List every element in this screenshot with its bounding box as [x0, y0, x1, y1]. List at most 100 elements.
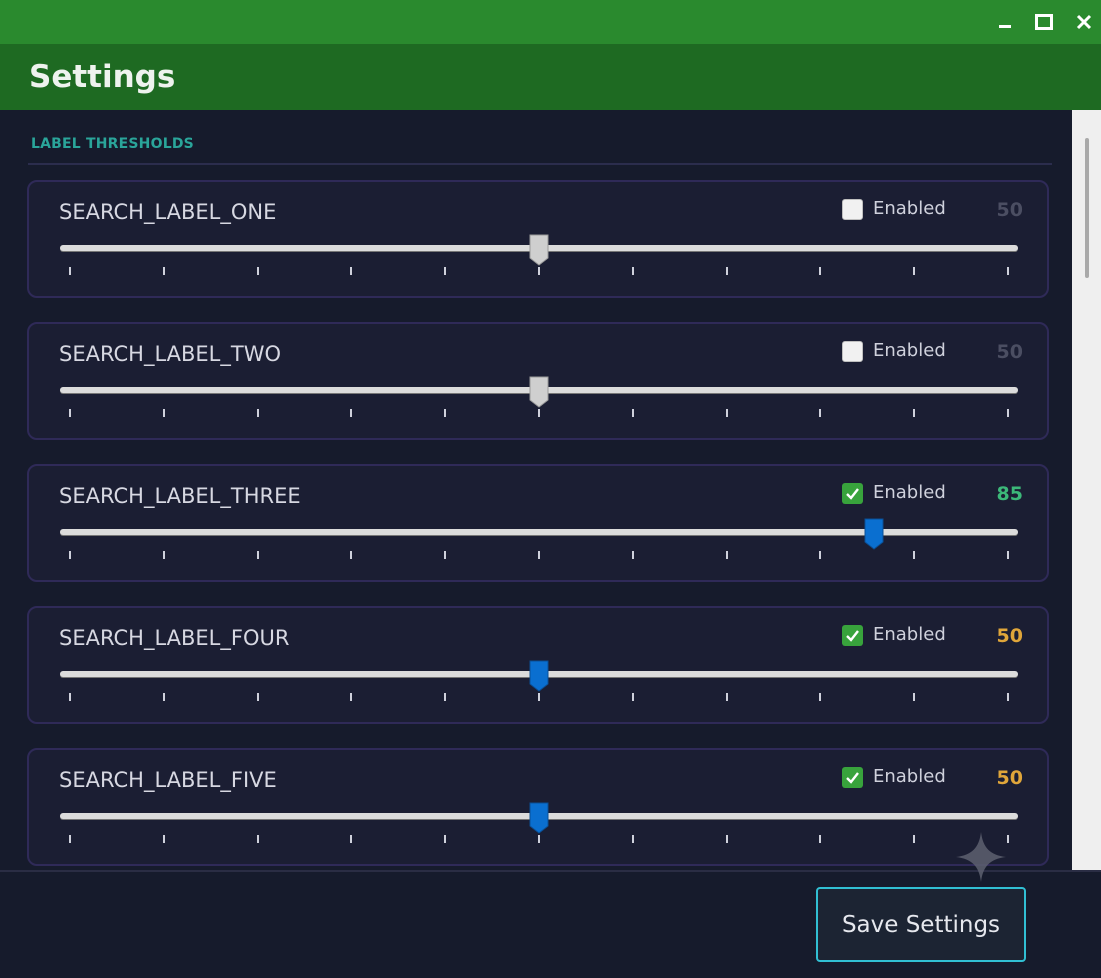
slider-tick	[538, 409, 540, 417]
slider-tick	[350, 693, 353, 701]
slider-tick	[819, 409, 822, 417]
enabled-checkbox[interactable]	[842, 341, 863, 362]
checkmark-icon	[846, 488, 859, 500]
slider-tick	[913, 267, 916, 275]
slider-tick	[631, 835, 634, 843]
slider-tick	[69, 409, 71, 417]
slider-tick	[162, 551, 165, 559]
slider-tick	[444, 551, 447, 559]
threshold-card: SEARCH_LABEL_THREE Enabled 85	[27, 464, 1049, 582]
slider-tick	[69, 551, 71, 559]
slider-tick	[350, 835, 353, 843]
slider-tick	[444, 409, 447, 417]
slider-tick	[1007, 551, 1009, 559]
slider-tick	[69, 693, 71, 701]
label-name: SEARCH_LABEL_FOUR	[59, 626, 290, 650]
slider-tick	[444, 835, 447, 843]
slider-tick	[256, 409, 259, 417]
threshold-card: SEARCH_LABEL_FIVE Enabled 50	[27, 748, 1049, 866]
threshold-value: 85	[996, 483, 1023, 505]
close-icon	[1076, 14, 1092, 30]
slider-tick	[444, 693, 447, 701]
minimize-button[interactable]	[988, 6, 1022, 38]
slider-tick	[913, 551, 916, 559]
slider-tick	[631, 409, 634, 417]
slider-tick	[913, 409, 916, 417]
enabled-checkbox-label[interactable]: Enabled	[873, 766, 946, 787]
slider-tick	[819, 551, 822, 559]
slider-tick	[350, 551, 353, 559]
slider-tick	[631, 267, 634, 275]
section-title: LABEL THRESHOLDS	[31, 136, 194, 152]
enabled-checkbox-label[interactable]: Enabled	[873, 482, 946, 503]
threshold-card: SEARCH_LABEL_TWO Enabled 50	[27, 322, 1049, 440]
slider-tick	[819, 693, 822, 701]
enabled-checkbox-label[interactable]: Enabled	[873, 340, 946, 361]
minimize-icon	[999, 25, 1011, 28]
slider-tick	[819, 835, 822, 843]
slider-tick	[256, 267, 259, 275]
threshold-card: SEARCH_LABEL_ONE Enabled 50	[27, 180, 1049, 298]
slider-tick	[162, 693, 165, 701]
slider-thumb[interactable]	[864, 518, 884, 550]
slider-tick	[256, 835, 259, 843]
settings-scroll-area[interactable]: LABEL THRESHOLDS SEARCH_LABEL_ONE Enabled…	[0, 110, 1072, 870]
scrollbar-thumb[interactable]	[1085, 138, 1089, 278]
slider-tick	[631, 693, 634, 701]
threshold-value: 50	[996, 625, 1023, 647]
slider-tick	[819, 267, 822, 275]
threshold-card: SEARCH_LABEL_FOUR Enabled 50	[27, 606, 1049, 724]
slider-tick	[725, 693, 728, 701]
slider-thumb[interactable]	[529, 376, 549, 408]
label-name: SEARCH_LABEL_TWO	[59, 342, 282, 366]
slider-tick	[350, 267, 353, 275]
threshold-value: 50	[996, 341, 1023, 363]
slider-tick	[1007, 693, 1009, 701]
checkmark-icon	[846, 772, 859, 784]
slider-thumb[interactable]	[529, 660, 549, 692]
save-settings-button[interactable]: Save Settings	[816, 887, 1026, 962]
enabled-checkbox[interactable]	[842, 483, 863, 504]
section-divider	[28, 163, 1052, 165]
window-titlebar[interactable]	[0, 0, 1101, 44]
checkmark-icon	[846, 630, 859, 642]
slider-tick	[256, 551, 259, 559]
slider-thumb[interactable]	[529, 234, 549, 266]
maximize-icon	[1035, 14, 1053, 30]
page-title: Settings	[29, 59, 176, 95]
slider-thumb[interactable]	[529, 802, 549, 834]
slider-tick	[538, 267, 540, 275]
enabled-checkbox[interactable]	[842, 199, 863, 220]
slider-tick	[538, 693, 540, 701]
slider-tick	[162, 267, 165, 275]
threshold-value: 50	[996, 767, 1023, 789]
slider-tick	[913, 693, 916, 701]
slider-tick	[162, 409, 165, 417]
maximize-button[interactable]	[1027, 6, 1061, 38]
enabled-checkbox-label[interactable]: Enabled	[873, 624, 946, 645]
sparkle-icon	[956, 832, 1006, 882]
label-name: SEARCH_LABEL_THREE	[59, 484, 301, 508]
slider-tick	[256, 693, 259, 701]
slider-tick	[725, 267, 728, 275]
label-name: SEARCH_LABEL_ONE	[59, 200, 277, 224]
slider-tick	[350, 409, 353, 417]
slider-tick	[725, 551, 728, 559]
close-button[interactable]	[1067, 6, 1101, 38]
app-header: Settings	[0, 44, 1101, 110]
enabled-checkbox-label[interactable]: Enabled	[873, 198, 946, 219]
enabled-checkbox[interactable]	[842, 625, 863, 646]
slider-tick	[725, 409, 728, 417]
slider-tick	[69, 267, 71, 275]
slider-tick	[162, 835, 165, 843]
slider-tick	[444, 267, 447, 275]
slider-tick	[1007, 409, 1009, 417]
slider-tick	[538, 551, 540, 559]
slider-tick	[725, 835, 728, 843]
label-name: SEARCH_LABEL_FIVE	[59, 768, 277, 792]
threshold-value: 50	[996, 199, 1023, 221]
slider-tick	[631, 551, 634, 559]
enabled-checkbox[interactable]	[842, 767, 863, 788]
slider-tick	[69, 835, 71, 843]
slider-tick	[538, 835, 540, 843]
